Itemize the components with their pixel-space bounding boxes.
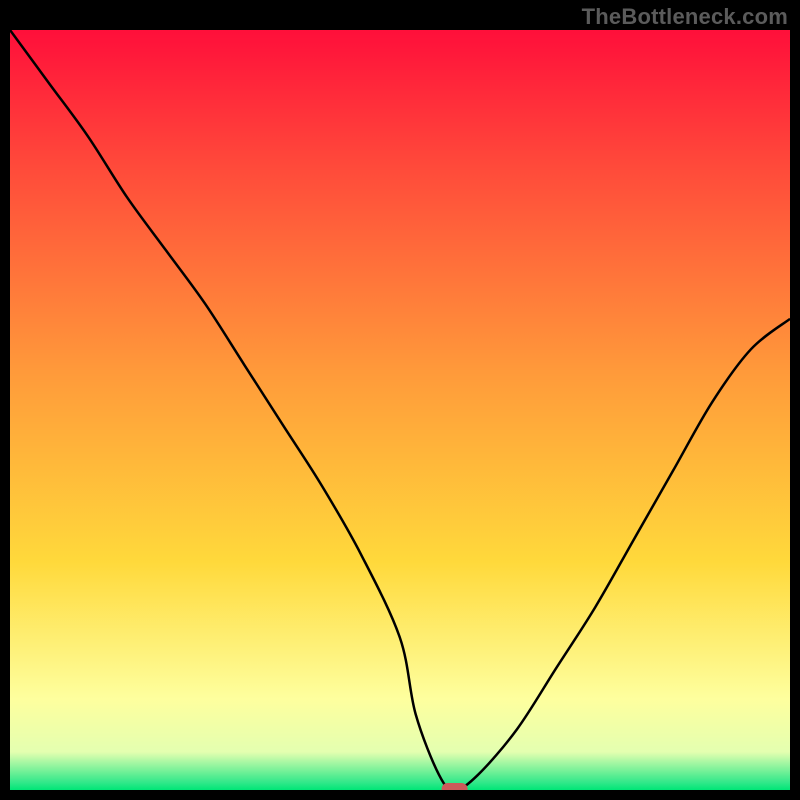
gradient-background — [10, 30, 790, 790]
optimal-marker — [442, 783, 468, 790]
watermark-text: TheBottleneck.com — [582, 4, 788, 30]
chart-frame: TheBottleneck.com — [0, 0, 800, 800]
bottleneck-chart — [10, 30, 790, 790]
plot-area — [10, 30, 790, 790]
